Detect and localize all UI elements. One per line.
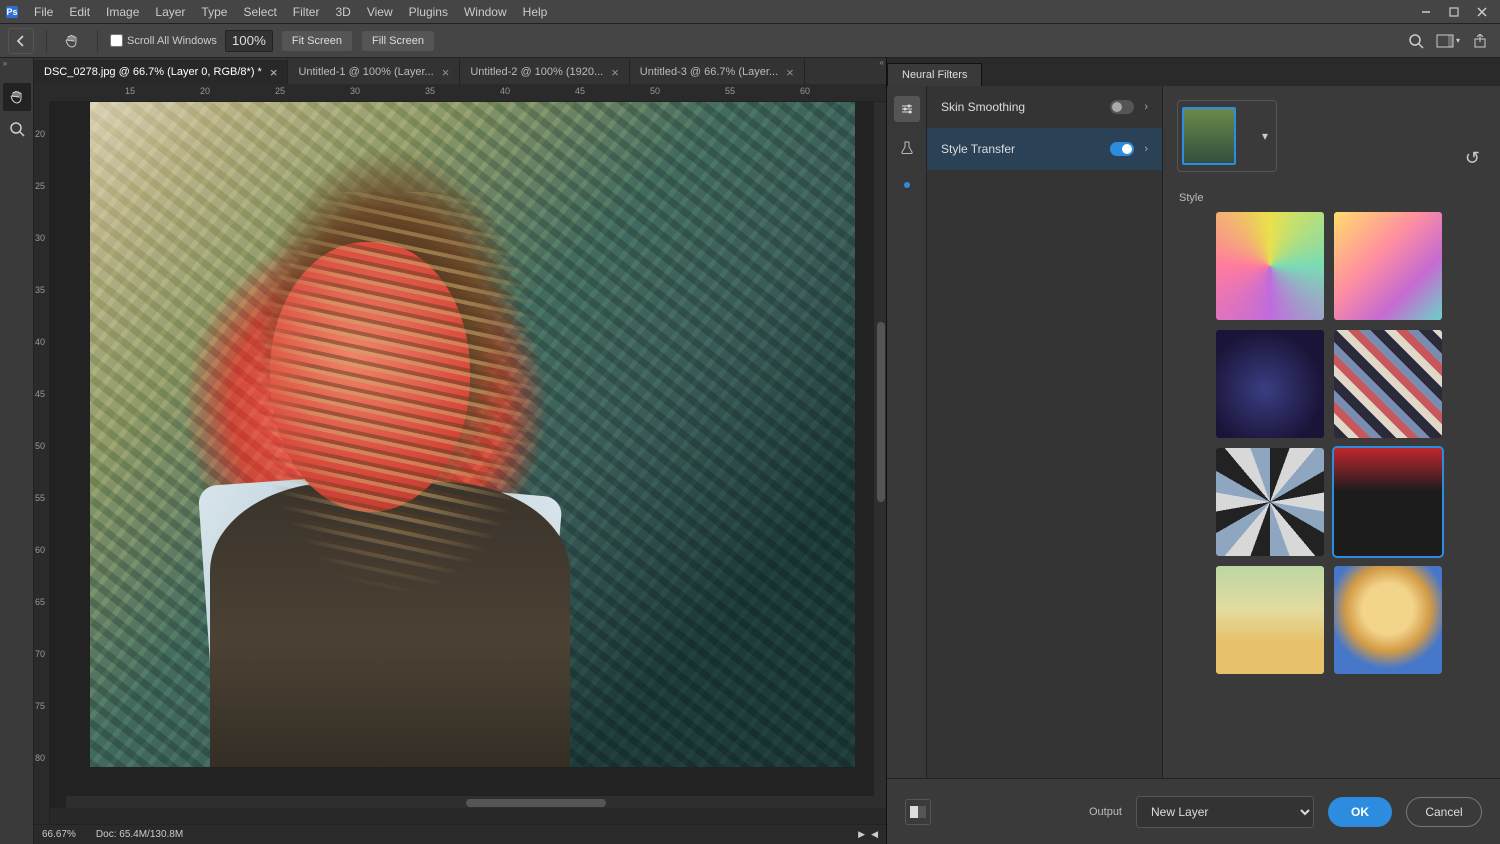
filter-style-transfer-label: Style Transfer — [941, 142, 1015, 156]
app-logo: Ps — [6, 6, 18, 18]
close-tab-1-icon[interactable]: × — [442, 65, 450, 80]
fit-screen-button[interactable]: Fit Screen — [281, 30, 353, 52]
filter-category-beta[interactable] — [894, 134, 920, 160]
menu-layer[interactable]: Layer — [147, 0, 193, 24]
ok-button[interactable]: OK — [1328, 797, 1392, 827]
style-thumb-0[interactable] — [1216, 212, 1324, 320]
document-tab-2-label: Untitled-2 @ 100% (1920... — [470, 66, 603, 78]
maximize-button[interactable] — [1440, 0, 1468, 24]
menu-help[interactable]: Help — [515, 0, 556, 24]
status-zoom: 66.67% — [42, 829, 76, 840]
scroll-all-windows-checkbox[interactable]: Scroll All Windows — [110, 34, 217, 47]
menu-3d[interactable]: 3D — [327, 0, 358, 24]
close-tab-3-icon[interactable]: × — [786, 65, 794, 80]
menu-plugins[interactable]: Plugins — [401, 0, 456, 24]
document-tab-0[interactable]: DSC_0278.jpg @ 66.7% (Layer 0, RGB/8*) *… — [34, 60, 288, 84]
source-preview-dropdown[interactable]: ▾ — [1177, 100, 1277, 172]
style-thumb-4[interactable] — [1216, 448, 1324, 556]
scrollbar-vertical[interactable] — [874, 102, 886, 808]
document-tab-3[interactable]: Untitled-3 @ 66.7% (Layer... × — [630, 60, 805, 84]
share-icon[interactable] — [1468, 29, 1492, 53]
ruler-vertical: 20 25 30 35 40 45 50 55 60 65 70 75 80 — [34, 102, 50, 824]
source-preview-thumbnail — [1182, 107, 1236, 165]
style-thumb-2[interactable] — [1216, 330, 1324, 438]
fill-screen-button[interactable]: Fill Screen — [361, 30, 435, 52]
filter-style-transfer-toggle[interactable] — [1110, 142, 1134, 156]
close-window-button[interactable] — [1468, 0, 1496, 24]
output-label: Output — [1089, 806, 1122, 818]
style-thumb-3[interactable] — [1334, 330, 1442, 438]
expand-tools-icon[interactable]: » — [0, 58, 10, 68]
output-select[interactable]: New Layer — [1136, 796, 1314, 828]
canvas-image — [90, 102, 855, 767]
cancel-button[interactable]: Cancel — [1406, 797, 1482, 827]
zoom-input[interactable] — [225, 30, 273, 52]
filter-style-transfer[interactable]: Style Transfer › — [927, 128, 1162, 170]
chevron-down-icon: ▾ — [1262, 129, 1272, 143]
back-button[interactable] — [8, 28, 34, 54]
document-tab-1[interactable]: Untitled-1 @ 100% (Layer... × — [288, 60, 460, 84]
menu-filter[interactable]: Filter — [285, 0, 328, 24]
chevron-right-icon: › — [1144, 101, 1148, 113]
chevron-right-icon: › — [1144, 143, 1148, 155]
filter-skin-smoothing[interactable]: Skin Smoothing › — [927, 86, 1162, 128]
style-section-header: Style — [1179, 192, 1480, 204]
ruler-horizontal: 15 20 25 30 35 40 45 50 55 60 — [50, 84, 886, 102]
status-doc-size: Doc: 65.4M/130.8M — [96, 829, 183, 840]
document-canvas[interactable] — [50, 102, 886, 808]
scroll-all-windows-label: Scroll All Windows — [127, 35, 217, 47]
zoom-tool[interactable] — [3, 115, 31, 143]
document-tab-2[interactable]: Untitled-2 @ 100% (1920... × — [460, 60, 629, 84]
status-scroll-left-icon[interactable]: ◀ — [871, 829, 878, 840]
document-tab-1-label: Untitled-1 @ 100% (Layer... — [298, 66, 433, 78]
filter-category-all[interactable] — [894, 96, 920, 122]
filter-skin-smoothing-label: Skin Smoothing — [941, 100, 1025, 114]
close-tab-0-icon[interactable]: × — [270, 65, 278, 80]
filter-skin-smoothing-toggle[interactable] — [1110, 100, 1134, 114]
style-thumb-1[interactable] — [1334, 212, 1442, 320]
menu-type[interactable]: Type — [193, 0, 235, 24]
menu-window[interactable]: Window — [456, 0, 515, 24]
close-tab-2-icon[interactable]: × — [611, 65, 619, 80]
menu-file[interactable]: File — [26, 0, 61, 24]
hand-tool-icon[interactable] — [59, 28, 85, 54]
menu-select[interactable]: Select — [235, 0, 284, 24]
style-thumb-7[interactable] — [1334, 566, 1442, 674]
hand-tool[interactable] — [3, 83, 31, 111]
menu-edit[interactable]: Edit — [61, 0, 98, 24]
menu-image[interactable]: Image — [98, 0, 147, 24]
filter-category-active-indicator — [894, 172, 920, 198]
panel-tab-neural-filters[interactable]: Neural Filters — [887, 63, 982, 86]
style-thumb-5[interactable] — [1334, 448, 1442, 556]
scrollbar-horizontal[interactable] — [66, 796, 874, 808]
document-tab-0-label: DSC_0278.jpg @ 66.7% (Layer 0, RGB/8*) * — [44, 66, 262, 78]
expand-right-icon[interactable]: « — [880, 58, 884, 67]
style-thumb-6[interactable] — [1216, 566, 1324, 674]
menu-view[interactable]: View — [359, 0, 401, 24]
search-icon[interactable] — [1404, 29, 1428, 53]
style-grid — [1177, 212, 1480, 778]
ruler-corner — [34, 84, 50, 102]
minimize-button[interactable] — [1412, 0, 1440, 24]
status-flyout-icon[interactable]: ▶ — [858, 829, 865, 840]
before-after-icon[interactable] — [905, 799, 931, 825]
workspace-icon[interactable]: ▾ — [1436, 29, 1460, 53]
reset-icon[interactable]: ↺ — [1465, 148, 1480, 169]
document-tab-3-label: Untitled-3 @ 66.7% (Layer... — [640, 66, 778, 78]
